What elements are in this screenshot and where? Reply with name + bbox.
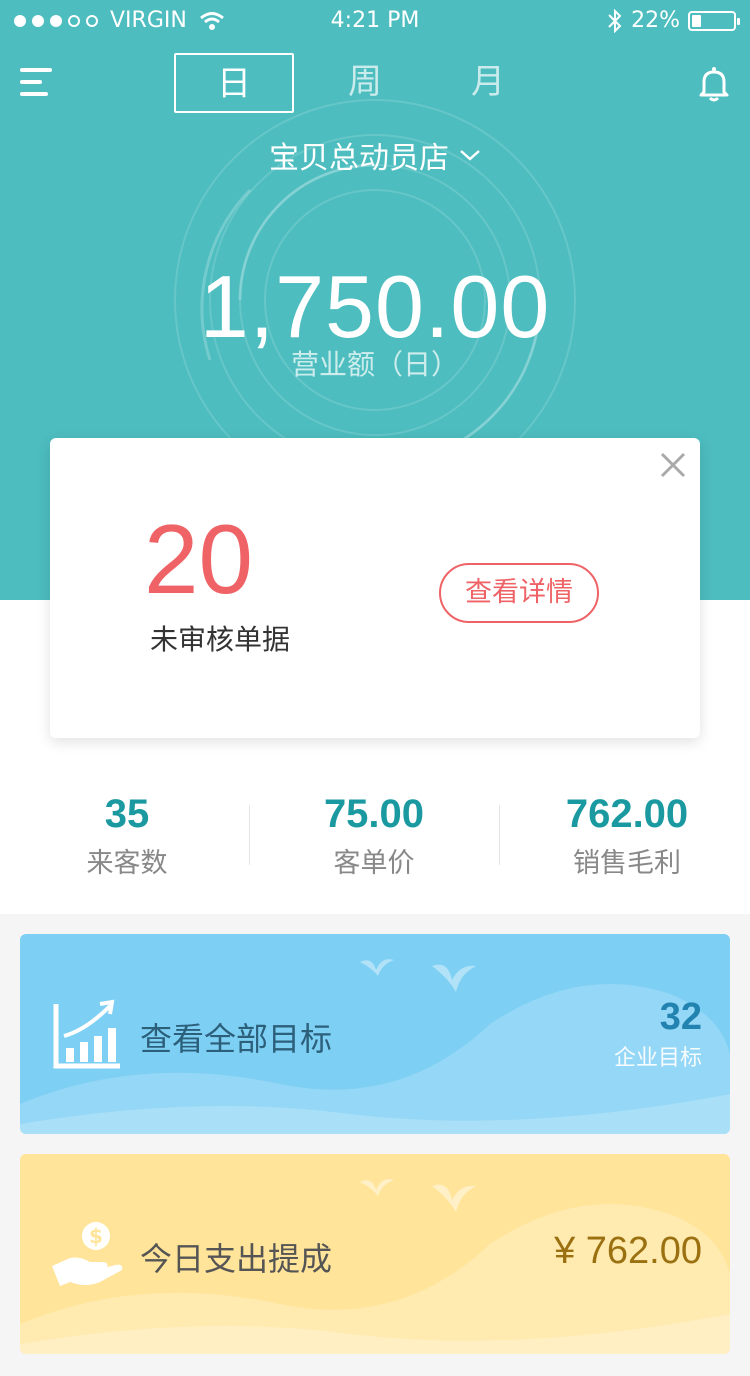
- tab-day[interactable]: 日: [174, 53, 294, 113]
- stat-label: 客单价: [333, 848, 415, 879]
- status-bar: VIRGIN 4:21 PM 22%: [0, 0, 750, 40]
- battery-fill: [692, 14, 701, 27]
- menu-icon[interactable]: [20, 68, 52, 100]
- chevron-down-icon: [460, 150, 480, 161]
- goals-count: 32: [659, 996, 702, 1038]
- growth-chart-icon: [53, 999, 120, 1069]
- stat-value: 75.00: [323, 792, 425, 836]
- svg-text:$: $: [89, 1224, 103, 1248]
- stat-divider: [499, 805, 500, 865]
- goals-banner[interactable]: 查看全部目标 32 企业目标: [20, 934, 730, 1134]
- goals-title: 查看全部目标: [140, 1020, 333, 1058]
- bell-icon[interactable]: [694, 64, 734, 104]
- stat-label: 来客数: [86, 848, 168, 879]
- stat-label: 销售毛利: [573, 848, 681, 879]
- tab-month[interactable]: 月: [428, 53, 548, 113]
- bluetooth-icon: [608, 8, 622, 33]
- pending-count: 20: [144, 504, 254, 614]
- pending-label: 未审核单据: [150, 623, 291, 656]
- pending-docs-card: 20 未审核单据 查看详情: [50, 438, 700, 738]
- tab-week[interactable]: 周: [302, 53, 428, 113]
- payout-amount: ¥ 762.00: [554, 1230, 702, 1272]
- payout-title: 今日支出提成: [140, 1240, 333, 1278]
- money-hand-icon: $: [52, 1222, 123, 1286]
- banner-decoration: [20, 959, 730, 1134]
- goals-count-label: 企业目标: [613, 1046, 702, 1071]
- stat-avg-price: 75.00 客单价: [249, 792, 499, 880]
- payout-banner[interactable]: $ 今日支出提成 ¥ 762.00: [20, 1154, 730, 1354]
- period-tabs: 日 周 月: [174, 53, 548, 113]
- stat-value: 35: [104, 792, 150, 836]
- battery-percent: 22%: [631, 8, 680, 33]
- revenue-label: 营业额（日）: [290, 348, 459, 381]
- status-right: 22%: [607, 8, 740, 33]
- stat-visitors: 35 来客数: [2, 792, 252, 880]
- store-name: 宝贝总动员店: [269, 141, 449, 176]
- battery-icon: [688, 10, 740, 31]
- close-icon[interactable]: [658, 450, 688, 480]
- view-details-button[interactable]: 查看详情: [439, 563, 599, 623]
- stat-value: 762.00: [565, 792, 689, 836]
- stat-gross-profit: 762.00 销售毛利: [502, 792, 750, 880]
- store-selector[interactable]: 宝贝总动员店: [0, 133, 750, 177]
